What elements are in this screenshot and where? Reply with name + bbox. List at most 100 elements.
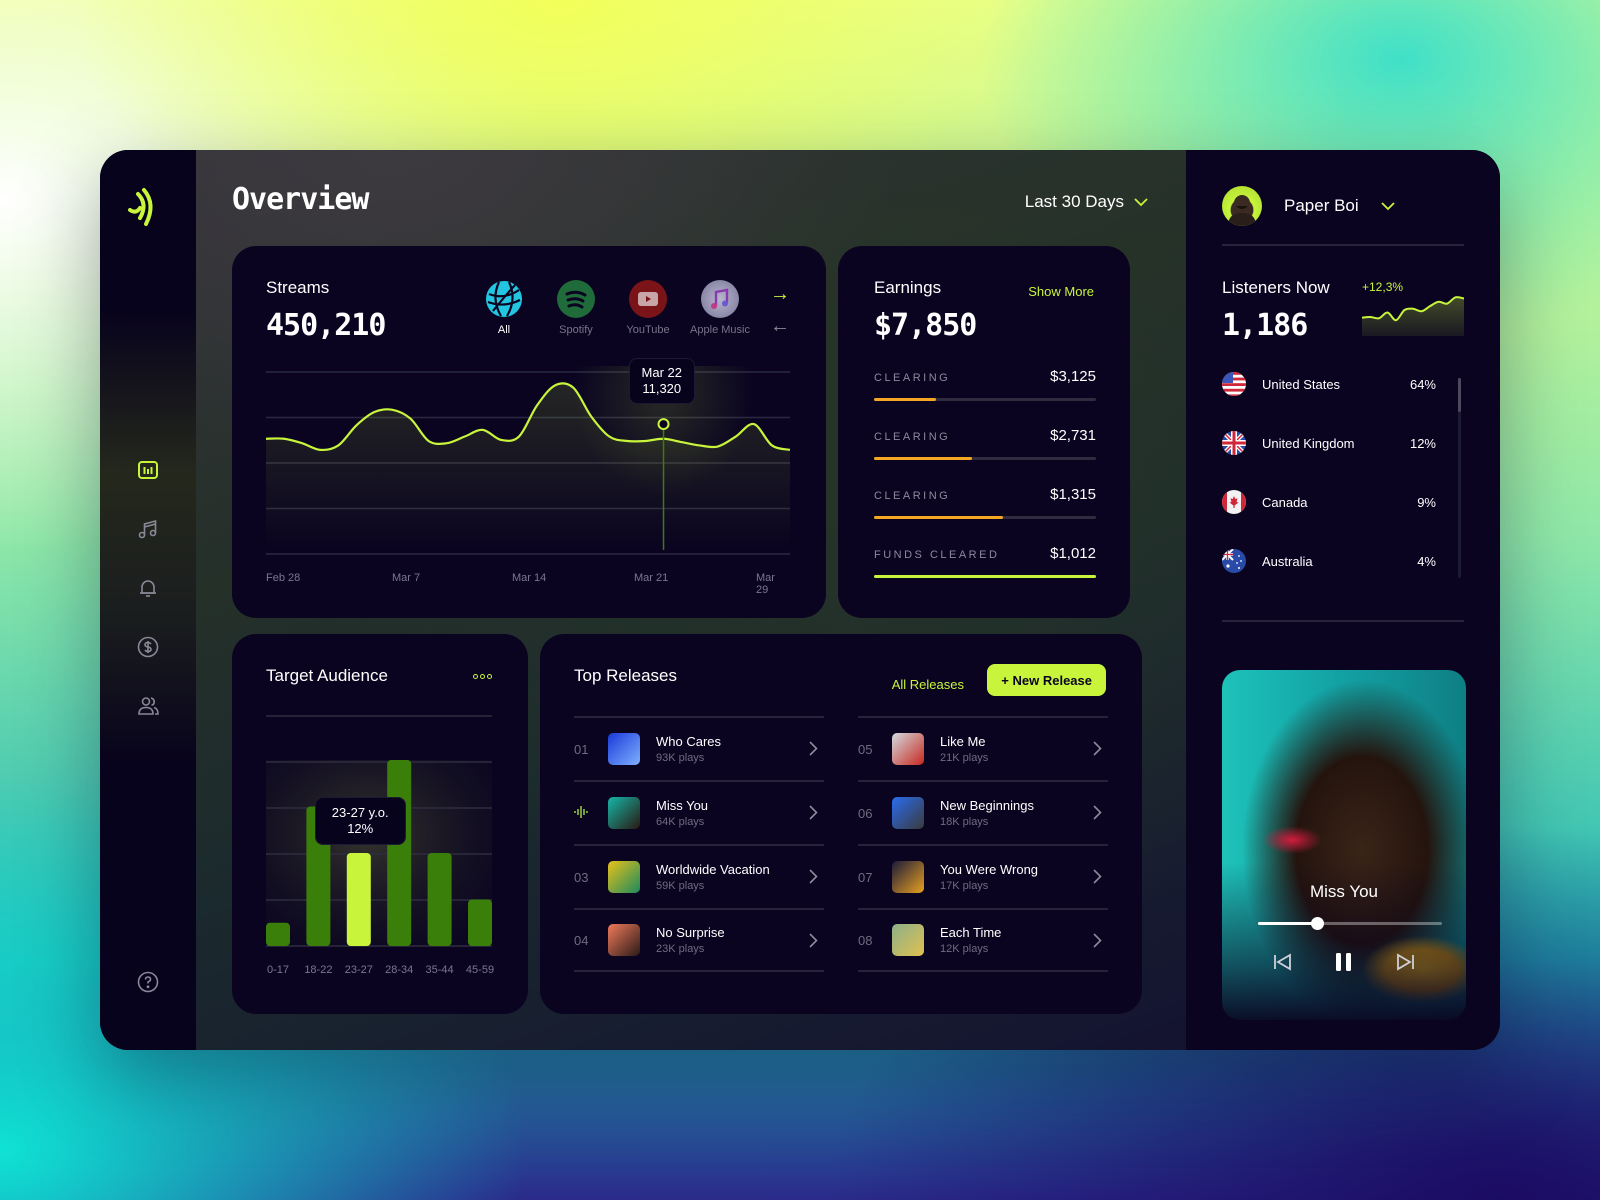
nav-notifications[interactable]: [136, 576, 160, 600]
release-name: Worldwide Vacation: [656, 862, 770, 877]
release-row[interactable]: 04 No Surprise 23K plays: [574, 908, 824, 972]
release-artwork: [608, 797, 640, 829]
earnings-card: Earnings Show More $7,850 CLEARING $3,125…: [838, 246, 1130, 618]
bar[interactable]: [468, 899, 492, 947]
player-controls: [1222, 952, 1466, 972]
chart-icon: [138, 461, 158, 479]
release-row[interactable]: 01 Who Cares 93K plays: [574, 716, 824, 780]
release-plays: 23K plays: [656, 943, 705, 955]
release-row[interactable]: 05 Like Me 21K plays: [858, 716, 1108, 780]
earnings-label: CLEARING: [874, 431, 951, 443]
release-name: Like Me: [940, 734, 986, 749]
release-row[interactable]: 03 Worldwide Vacation 59K plays: [574, 844, 824, 908]
logo-icon[interactable]: [126, 184, 166, 228]
age-tick-label: 35-44: [425, 964, 454, 976]
country-row[interactable]: United States 64%: [1222, 372, 1436, 396]
release-row[interactable]: 07 You Were Wrong 17K plays: [858, 844, 1108, 908]
scrollbar-thumb[interactable]: [1458, 378, 1461, 412]
release-row[interactable]: Miss You 64K plays: [574, 780, 824, 844]
earnings-label: FUNDS CLEARED: [874, 549, 1000, 561]
platform-youtube[interactable]: YouTube: [622, 280, 674, 336]
music-note-icon: [138, 519, 157, 539]
nav-audience[interactable]: [136, 694, 160, 718]
next-button[interactable]: [1395, 953, 1415, 971]
country-row[interactable]: Australia 4%: [1222, 549, 1436, 573]
apple-music-icon: [701, 280, 739, 318]
progress-knob[interactable]: [1310, 917, 1324, 930]
nav-analytics[interactable]: [136, 458, 160, 482]
release-plays: 59K plays: [656, 880, 705, 892]
arrow-left-icon[interactable]: ←: [770, 316, 790, 336]
bar[interactable]: [427, 853, 452, 946]
earnings-row: CLEARING $1,315: [874, 486, 1096, 519]
dot-icon: [480, 674, 485, 679]
show-more-link[interactable]: Show More: [1028, 284, 1094, 299]
more-options-button[interactable]: [473, 674, 492, 679]
nav-music[interactable]: [136, 517, 160, 541]
chevron-right-icon[interactable]: [1093, 740, 1102, 761]
country-name: Canada: [1262, 494, 1308, 510]
pause-button[interactable]: [1335, 952, 1353, 972]
platform-all[interactable]: All: [478, 280, 530, 336]
release-row[interactable]: 06 New Beginnings 18K plays: [858, 780, 1108, 844]
country-row[interactable]: United Kingdom 12%: [1222, 431, 1436, 455]
bar-highlighted[interactable]: [346, 853, 371, 946]
platform-spotify[interactable]: Spotify: [550, 280, 602, 336]
previous-button[interactable]: [1273, 953, 1293, 971]
chevron-right-icon[interactable]: [809, 804, 818, 825]
earnings-row: CLEARING $2,731: [874, 427, 1096, 460]
bar[interactable]: [266, 922, 290, 946]
chevron-right-icon[interactable]: [809, 740, 818, 761]
release-artwork: [608, 861, 640, 893]
earnings-value: $1,315: [1050, 486, 1096, 503]
earnings-progress-fill: [874, 457, 972, 460]
listeners-title: Listeners Now: [1222, 278, 1330, 297]
new-release-button[interactable]: + New Release: [987, 664, 1106, 696]
platform-nav: → ←: [770, 284, 790, 336]
x-tick-label: Mar 21: [634, 572, 669, 584]
users-icon: [138, 697, 159, 715]
country-row[interactable]: Canada 9%: [1222, 490, 1436, 514]
globe-icon: [485, 280, 523, 318]
earnings-progress-fill: [874, 575, 1096, 578]
chevron-right-icon[interactable]: [1093, 804, 1102, 825]
chevron-right-icon[interactable]: [1093, 868, 1102, 889]
earnings-row-header: CLEARING $3,125: [874, 368, 1096, 385]
platform-label: Spotify: [559, 324, 593, 336]
release-row[interactable]: 08 Each Time 12K plays: [858, 908, 1108, 972]
bell-icon: [140, 580, 156, 597]
arrow-right-icon[interactable]: →: [770, 284, 790, 304]
audience-title: Target Audience: [266, 666, 388, 685]
age-tick-label: 28-34: [385, 964, 414, 976]
highlight-point[interactable]: [657, 418, 670, 431]
country-percent: 4%: [1417, 553, 1436, 569]
earnings-row: FUNDS CLEARED $1,012: [874, 545, 1096, 578]
chevron-right-icon[interactable]: [809, 868, 818, 889]
earnings-value: $2,731: [1050, 427, 1096, 444]
earnings-progress: [874, 516, 1096, 519]
earnings-progress-fill: [874, 398, 937, 401]
help-button[interactable]: [136, 970, 160, 994]
growth-badge: +12,3%: [1362, 280, 1404, 294]
release-name: Each Time: [940, 925, 1002, 940]
page-title: Overview: [232, 182, 369, 217]
playback-progress[interactable]: [1258, 917, 1442, 930]
nav-earnings[interactable]: [136, 635, 160, 659]
bar[interactable]: [387, 760, 412, 946]
release-plays: 64K plays: [656, 816, 705, 828]
help-icon: [137, 971, 159, 993]
profile-menu[interactable]: Paper Boi: [1222, 186, 1395, 226]
countries-scrollbar[interactable]: [1458, 378, 1461, 578]
chevron-right-icon[interactable]: [809, 932, 818, 953]
all-releases-link[interactable]: All Releases: [892, 677, 964, 692]
country-name: United Kingdom: [1262, 435, 1355, 451]
chevron-right-icon[interactable]: [1093, 932, 1102, 953]
platform-apple-music[interactable]: Apple Music: [690, 280, 750, 336]
release-name: Who Cares: [656, 734, 722, 749]
ca-flag-icon: [1222, 490, 1246, 514]
divider: [1222, 244, 1464, 246]
dot-icon: [473, 674, 478, 679]
period-dropdown[interactable]: Last 30 Days: [1025, 192, 1148, 212]
releases-title: Top Releases: [574, 666, 678, 685]
release-name: You Were Wrong: [940, 862, 1039, 877]
